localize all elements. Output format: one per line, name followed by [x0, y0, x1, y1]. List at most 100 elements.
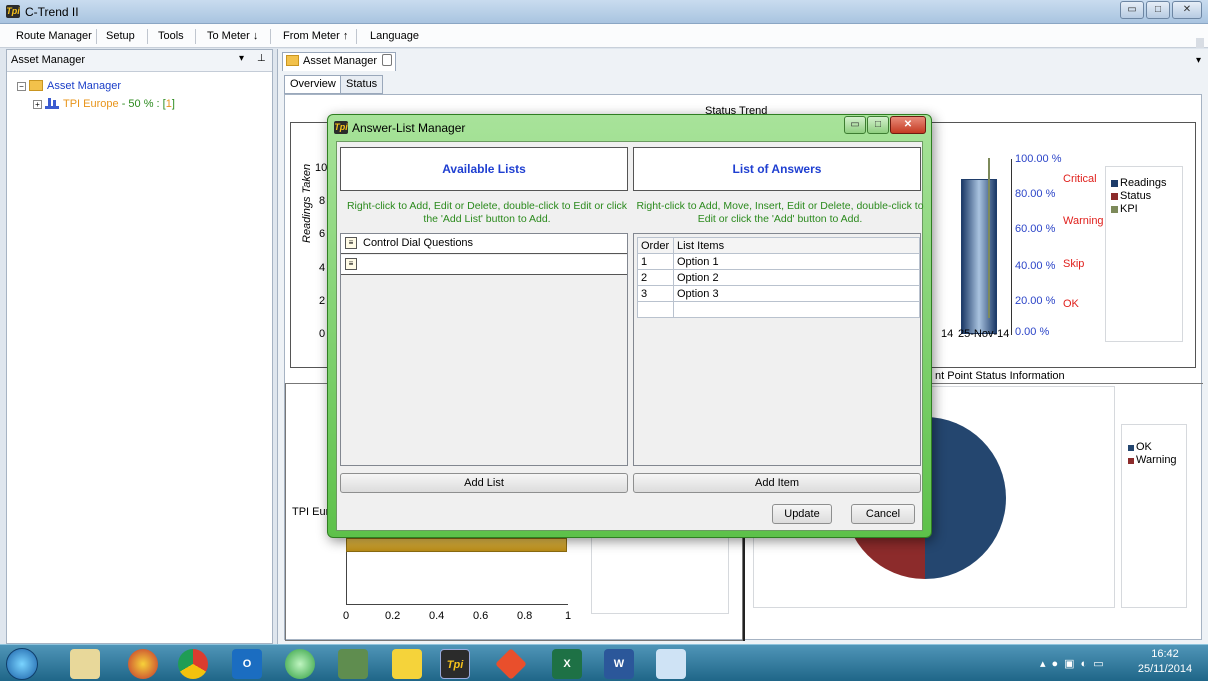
- ctrend-icon[interactable]: Tpi: [440, 649, 470, 679]
- app-icon[interactable]: [338, 649, 368, 679]
- answers-grid[interactable]: Order List Items 1 Option 1 2 Option 2 3…: [633, 233, 921, 466]
- tree-root-label[interactable]: Asset Manager: [47, 80, 121, 92]
- tab-status[interactable]: Status: [340, 75, 384, 94]
- menu-language[interactable]: Language: [364, 28, 425, 44]
- legend-item: KPI: [1120, 203, 1138, 215]
- tree-item-percent: - 50 % : [: [118, 98, 166, 110]
- y-tick: 0: [319, 328, 326, 340]
- tab-overview[interactable]: Overview: [284, 75, 342, 94]
- pin-icon[interactable]: ⊥: [257, 53, 266, 64]
- chrome-icon[interactable]: [178, 649, 208, 679]
- menu-to-meter[interactable]: To Meter ↓: [201, 28, 264, 44]
- menu-from-meter[interactable]: From Meter ↑: [277, 28, 354, 44]
- column-header-list-items[interactable]: List Items: [673, 237, 920, 254]
- legend-item: OK: [1136, 441, 1152, 453]
- legend-item: Readings: [1120, 177, 1167, 189]
- menu-tools[interactable]: Tools: [152, 28, 190, 44]
- update-button[interactable]: Update: [772, 504, 832, 524]
- git-icon[interactable]: [495, 648, 527, 680]
- explorer-icon[interactable]: [70, 649, 100, 679]
- close-button[interactable]: ✕: [890, 116, 926, 134]
- menu-scroll-icon[interactable]: [1196, 38, 1204, 48]
- list-item[interactable]: ≡: [341, 255, 627, 275]
- item-cell: Option 3: [673, 285, 920, 302]
- legend-item: Status: [1120, 190, 1152, 202]
- y-tick: 10: [315, 162, 328, 174]
- pct-axis: [1011, 159, 1012, 335]
- bar-row-label: TPI Eur: [292, 506, 330, 518]
- add-item-button[interactable]: Add Item: [633, 473, 921, 493]
- order-cell: 3: [637, 285, 674, 302]
- y-tick: 8: [319, 195, 326, 207]
- item-cell: Option 2: [673, 269, 920, 286]
- answer-list-manager-dialog: Tpi Answer-List Manager ▭ □ ✕ Available …: [327, 114, 932, 538]
- plant-icon: [45, 96, 59, 109]
- app-logo-icon: Tpi: [6, 5, 20, 18]
- table-row[interactable]: 1 Option 1: [637, 253, 920, 270]
- table-row[interactable]: 3 Option 3: [637, 285, 920, 302]
- answers-table: Order List Items 1 Option 1 2 Option 2 3…: [637, 237, 920, 318]
- list-of-answers-header: List of Answers: [633, 147, 921, 191]
- available-lists-grid[interactable]: ≡ Control Dial Questions ≡: [340, 233, 628, 466]
- add-list-button[interactable]: Add List: [340, 473, 628, 493]
- available-help-text: Right-click to Add, Edit or Delete, doub…: [346, 200, 628, 225]
- y-tick: 2: [319, 295, 326, 307]
- outlook-icon[interactable]: O: [232, 649, 262, 679]
- minimize-button[interactable]: ▭: [844, 116, 866, 134]
- menu-setup[interactable]: Setup: [100, 28, 141, 44]
- dropdown-icon[interactable]: ▾: [239, 53, 244, 64]
- x-tick: 0.8: [517, 610, 533, 622]
- word-icon[interactable]: W: [604, 649, 634, 679]
- answers-help-text: Right-click to Add, Move, Insert, Edit o…: [636, 200, 924, 225]
- remote-desktop-icon[interactable]: [656, 649, 686, 679]
- pie-title: nt Point Status Information: [935, 370, 1065, 382]
- new-row[interactable]: [637, 301, 920, 318]
- doc-menu-icon[interactable]: ▾: [1196, 55, 1201, 66]
- clock-date[interactable]: 25/11/2014: [1127, 663, 1203, 675]
- app-logo-icon: Tpi: [334, 121, 348, 134]
- pct-tick: 40.00 %: [1015, 260, 1056, 272]
- panel-title: Asset Manager: [11, 54, 85, 66]
- status-label-critical: Critical: [1063, 173, 1097, 185]
- minimize-button[interactable]: ▭: [1120, 1, 1144, 19]
- folder-icon: [286, 55, 299, 66]
- kpi-line: [988, 158, 990, 318]
- x-tick: 0.2: [385, 610, 401, 622]
- tray-icons[interactable]: ▴●▣◐▭: [1040, 657, 1110, 670]
- folder-icon: [29, 80, 43, 91]
- app-icon[interactable]: [392, 649, 422, 679]
- title-bar: Tpi C-Trend II ▭ □ ✕: [0, 0, 1208, 24]
- excel-icon[interactable]: X: [552, 649, 582, 679]
- list-icon: ≡: [345, 237, 357, 249]
- legend-item: Warning: [1136, 454, 1177, 466]
- list-item[interactable]: ≡ Control Dial Questions: [341, 234, 627, 254]
- taskbar: O Tpi X W ▴●▣◐▭ 16:42 25/11/2014: [0, 644, 1208, 681]
- order-cell: 2: [637, 269, 674, 286]
- readings-bar: [961, 179, 997, 334]
- clock-time[interactable]: 16:42: [1140, 648, 1190, 660]
- tree-item-bracket: ]: [171, 98, 175, 110]
- dialog-title: Answer-List Manager: [352, 121, 466, 135]
- table-row[interactable]: 2 Option 2: [637, 269, 920, 286]
- y-tick: 4: [319, 262, 326, 274]
- x-tick-label: 25-Nov-14: [958, 328, 1010, 340]
- cancel-button[interactable]: Cancel: [851, 504, 915, 524]
- media-icon[interactable]: [285, 649, 315, 679]
- bar: [346, 538, 567, 552]
- tree-collapse-icon[interactable]: −: [17, 82, 26, 91]
- close-button[interactable]: ✕: [1172, 1, 1202, 19]
- doc-tab-asset-manager[interactable]: Asset Manager: [282, 52, 396, 71]
- maximize-button[interactable]: □: [1146, 1, 1170, 19]
- dialog-body: Available Lists Right-click to Add, Edit…: [336, 141, 924, 531]
- tree-item-tpi-europe[interactable]: TPI Europe - 50 % : [1]: [63, 98, 175, 110]
- column-header-order[interactable]: Order: [637, 237, 674, 254]
- y-axis-label: Readings Taken: [301, 163, 313, 243]
- start-button[interactable]: [6, 648, 38, 680]
- pct-tick: 0.00 %: [1015, 326, 1050, 338]
- tree-expand-icon[interactable]: +: [33, 100, 42, 109]
- order-cell: 1: [637, 253, 674, 270]
- menu-route-manager[interactable]: Route Manager: [10, 28, 98, 44]
- item-cell: Option 1: [673, 253, 920, 270]
- maximize-button[interactable]: □: [867, 116, 889, 134]
- app-icon[interactable]: [128, 649, 158, 679]
